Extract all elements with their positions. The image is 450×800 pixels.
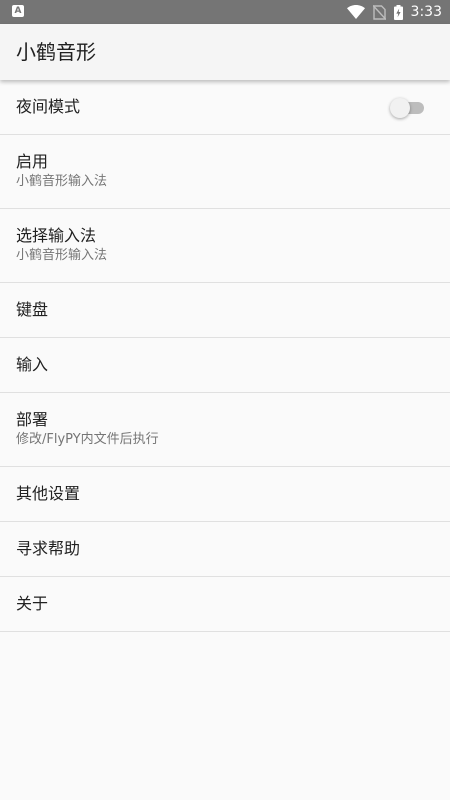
setting-title: 部署: [16, 410, 49, 429]
setting-input[interactable]: 输入: [0, 338, 450, 393]
setting-summary: 小鹤音形输入法: [16, 174, 108, 189]
setting-about[interactable]: 关于: [0, 577, 450, 632]
night-mode-toggle[interactable]: [390, 98, 424, 118]
setting-enable[interactable]: 启用 小鹤音形输入法: [0, 135, 450, 209]
app-bar: 小鹤音形: [0, 24, 450, 80]
setting-title: 其他设置: [16, 484, 81, 503]
setting-title: 输入: [16, 355, 49, 374]
setting-title: 夜间模式: [16, 97, 81, 116]
setting-deploy[interactable]: 部署 修改/FlyPY内文件后执行: [0, 393, 450, 467]
notification-a-icon: A: [12, 5, 24, 17]
settings-list: 夜间模式 启用 小鹤音形输入法 选择输入法 小鹤音形输入法 键盘 输入 部署 修…: [0, 80, 450, 632]
setting-title: 关于: [16, 594, 49, 613]
setting-select-ime[interactable]: 选择输入法 小鹤音形输入法: [0, 209, 450, 283]
toggle-thumb: [390, 98, 410, 118]
setting-night-mode[interactable]: 夜间模式: [0, 80, 450, 135]
setting-title: 启用: [16, 152, 49, 171]
setting-keyboard[interactable]: 键盘: [0, 283, 450, 338]
wifi-icon: [346, 5, 365, 19]
setting-summary: 小鹤音形输入法: [16, 248, 108, 263]
status-bar: A 3:33: [0, 0, 450, 24]
setting-summary: 修改/FlyPY内文件后执行: [16, 432, 159, 447]
setting-title: 选择输入法: [16, 226, 97, 245]
battery-charging-icon: [393, 4, 403, 20]
no-sim-icon: [372, 4, 386, 20]
setting-title: 键盘: [16, 300, 49, 319]
page-title: 小鹤音形: [16, 40, 96, 64]
setting-other[interactable]: 其他设置: [0, 467, 450, 522]
setting-title: 寻求帮助: [16, 539, 81, 558]
status-icons: 3:33: [346, 0, 442, 24]
setting-help[interactable]: 寻求帮助: [0, 522, 450, 577]
status-time: 3:33: [410, 4, 442, 20]
